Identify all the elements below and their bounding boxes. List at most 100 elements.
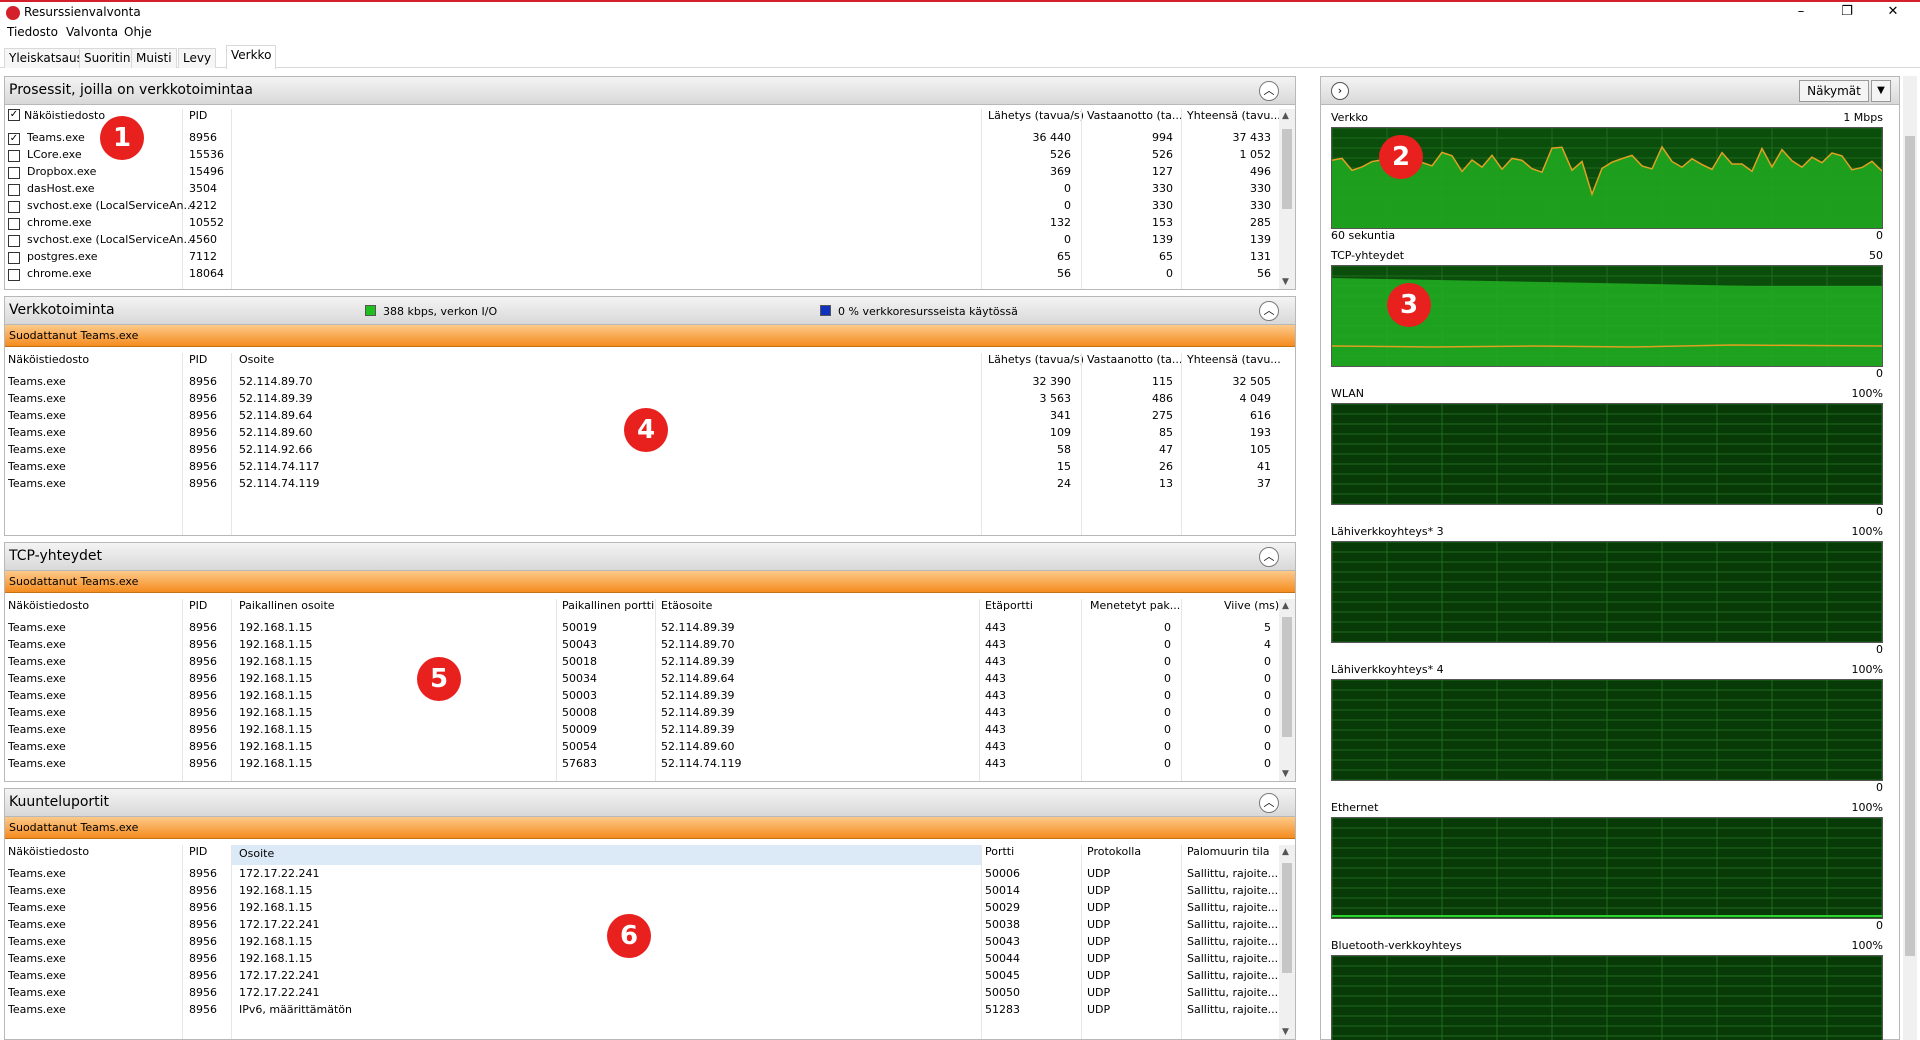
table-row[interactable]: svchost.exe (LocalServiceAn... 4560 0 139 13…: [5, 233, 1295, 250]
table-row[interactable]: Teams.exe 8956 192.168.1.15 57683 52.114.74.…: [5, 757, 1295, 774]
row-checkbox[interactable]: [8, 218, 20, 230]
table-row[interactable]: Teams.exe 8956 192.168.1.15 50043 52.114.89.…: [5, 638, 1295, 655]
col-image[interactable]: Näköistiedosto: [8, 845, 89, 858]
graph-max: 50: [1869, 249, 1883, 262]
collapse-icon[interactable]: ︿: [1259, 301, 1279, 321]
table-row[interactable]: Teams.exe 8956 192.168.1.15 50003 52.114.89.…: [5, 689, 1295, 706]
row-checkbox[interactable]: [8, 252, 20, 264]
select-all-checkbox[interactable]: ✓: [8, 109, 20, 121]
table-row[interactable]: Teams.exe 8956 52.114.89.39 3 563 486 4 049: [5, 392, 1295, 409]
cell-image: chrome.exe: [27, 267, 92, 280]
cell-2: 192.168.1.15: [239, 740, 313, 753]
close-icon[interactable]: ✕: [1870, 2, 1916, 24]
table-row[interactable]: Teams.exe 8956 192.168.1.15 50044 UDP Sallitt…: [5, 952, 1295, 969]
collapse-icon[interactable]: ︿: [1259, 547, 1279, 567]
table-row[interactable]: Dropbox.exe 15496 369 127 496: [5, 165, 1295, 182]
processes-header[interactable]: Prosessit, joilla on verkkotoimintaa ︿: [5, 77, 1295, 105]
table-row[interactable]: Teams.exe 8956 192.168.1.15 50034 52.114.89.…: [5, 672, 1295, 689]
tcp-header[interactable]: TCP-yhteydet ︿: [5, 543, 1295, 571]
row-checkbox[interactable]: ✓: [8, 133, 20, 145]
cell-0: Teams.exe: [8, 443, 66, 456]
table-row[interactable]: Teams.exe 8956 52.114.89.70 32 390 115 32 505: [5, 375, 1295, 392]
cell-recv: 0: [1166, 267, 1173, 280]
table-row[interactable]: postgres.exe 7112 65 65 131: [5, 250, 1295, 267]
col-address[interactable]: Osoite: [239, 353, 274, 366]
table-row[interactable]: Teams.exe 8956 192.168.1.15 50054 52.114.89.…: [5, 740, 1295, 757]
table-row[interactable]: Teams.exe 8956 192.168.1.15 50029 UDP Sallitt…: [5, 901, 1295, 918]
row-checkbox[interactable]: [8, 150, 20, 162]
col-pid[interactable]: PID: [189, 845, 207, 858]
minimize-icon[interactable]: –: [1778, 2, 1824, 24]
row-checkbox[interactable]: [8, 167, 20, 179]
table-row[interactable]: chrome.exe 10552 132 153 285: [5, 216, 1295, 233]
graph-3: Lähiverkkoyhteys* 3 100% 0: [1331, 525, 1883, 656]
col-image[interactable]: ✓ Näköistiedosto: [8, 109, 105, 122]
row-checkbox[interactable]: [8, 235, 20, 247]
listening-header[interactable]: Kuunteluportit ︿: [5, 789, 1295, 817]
row-checkbox[interactable]: [8, 201, 20, 213]
graph-max: 100%: [1851, 939, 1883, 952]
views-button[interactable]: Näkymät: [1799, 80, 1869, 102]
cell-5: 105: [1250, 443, 1271, 456]
col-total[interactable]: Yhteensä (tavu...: [1187, 353, 1281, 366]
views-dropdown-icon[interactable]: ▼: [1871, 80, 1891, 102]
table-row[interactable]: LCore.exe 15536 526 526 1 052: [5, 148, 1295, 165]
collapse-icon[interactable]: ︿: [1259, 81, 1279, 101]
table-row[interactable]: chrome.exe 18064 56 0 56: [5, 267, 1295, 284]
col-remote-address[interactable]: Etäosoite: [661, 599, 712, 612]
col-protocol[interactable]: Protokolla: [1087, 845, 1141, 858]
table-row[interactable]: Teams.exe 8956 IPv6, määrittämätön 51283 UDP…: [5, 1003, 1295, 1020]
col-pid[interactable]: PID: [189, 109, 207, 122]
col-recv[interactable]: Vastaanotto (ta...: [1087, 109, 1182, 122]
tab-disk[interactable]: Levy: [178, 48, 217, 68]
col-pid[interactable]: PID: [189, 599, 207, 612]
cell-7: 5: [1264, 621, 1271, 634]
col-recv[interactable]: Vastaanotto (ta...: [1087, 353, 1182, 366]
col-image[interactable]: Näköistiedosto: [8, 353, 89, 366]
col-remote-port[interactable]: Etäportti: [985, 599, 1033, 612]
menu-file[interactable]: Tiedosto: [7, 25, 58, 39]
col-packet-loss[interactable]: Menetetyt pak...: [1090, 599, 1180, 612]
col-total[interactable]: Yhteensä (tavu...: [1187, 109, 1281, 122]
cell-total: 56: [1257, 267, 1271, 280]
col-send[interactable]: Lähetys (tavua/s): [988, 109, 1084, 122]
table-row[interactable]: Teams.exe 8956 192.168.1.15 50008 52.114.89.…: [5, 706, 1295, 723]
col-port[interactable]: Portti: [985, 845, 1014, 858]
tab-network[interactable]: Verkko: [226, 45, 277, 69]
tab-cpu[interactable]: Suoritin: [79, 48, 136, 68]
table-row[interactable]: Teams.exe 8956 52.114.74.119 24 13 37: [5, 477, 1295, 494]
menu-help[interactable]: Ohje: [124, 25, 152, 39]
table-row[interactable]: Teams.exe 8956 172.17.22.241 50045 UDP Sallit…: [5, 969, 1295, 986]
cell-recv: 330: [1152, 182, 1173, 195]
table-row[interactable]: Teams.exe 8956 192.168.1.15 50018 52.114.89.…: [5, 655, 1295, 672]
table-row[interactable]: Teams.exe 8956 192.168.1.15 50009 52.114.89.…: [5, 723, 1295, 740]
table-row[interactable]: Teams.exe 8956 192.168.1.15 50014 UDP Sallitt…: [5, 884, 1295, 901]
col-address[interactable]: Osoite: [232, 845, 981, 865]
table-row[interactable]: ✓ Teams.exe 8956 36 440 994 37 433: [5, 131, 1295, 148]
col-local-address[interactable]: Paikallinen osoite: [239, 599, 335, 612]
table-row[interactable]: Teams.exe 8956 172.17.22.241 50050 UDP Sallit…: [5, 986, 1295, 1003]
table-row[interactable]: dasHost.exe 3504 0 330 330: [5, 182, 1295, 199]
col-firewall[interactable]: Palomuurin tila: [1187, 845, 1270, 858]
col-image[interactable]: Näköistiedosto: [8, 599, 89, 612]
row-checkbox[interactable]: [8, 184, 20, 196]
tab-overview[interactable]: Yleiskatsaus: [4, 48, 88, 68]
row-checkbox[interactable]: [8, 269, 20, 281]
collapse-icon[interactable]: ︿: [1259, 793, 1279, 813]
col-pid[interactable]: PID: [189, 353, 207, 366]
restore-icon[interactable]: ❐: [1824, 2, 1870, 24]
table-row[interactable]: Teams.exe 8956 52.114.74.117 15 26 41: [5, 460, 1295, 477]
menu-monitor[interactable]: Valvonta: [66, 25, 118, 39]
col-send[interactable]: Lähetys (tavua/s): [988, 353, 1084, 366]
table-row[interactable]: Teams.exe 8956 172.17.22.241 50006 UDP Sallit…: [5, 867, 1295, 884]
col-latency[interactable]: Viive (ms): [1224, 599, 1279, 612]
chevron-right-icon[interactable]: ›: [1331, 82, 1349, 100]
col-local-port[interactable]: Paikallinen portti: [562, 599, 654, 612]
cell-total: 285: [1250, 216, 1271, 229]
tab-memory[interactable]: Muisti: [131, 48, 177, 68]
network-activity-header[interactable]: Verkkotoiminta 388 kbps, verkon I/O 0 % …: [5, 297, 1295, 325]
table-row[interactable]: svchost.exe (LocalServiceAn... 4212 0 330 33…: [5, 199, 1295, 216]
cell-2: 192.168.1.15: [239, 757, 313, 770]
table-row[interactable]: Teams.exe 8956 192.168.1.15 50019 52.114.89.…: [5, 621, 1295, 638]
right-scrollbar[interactable]: [1903, 76, 1917, 1040]
